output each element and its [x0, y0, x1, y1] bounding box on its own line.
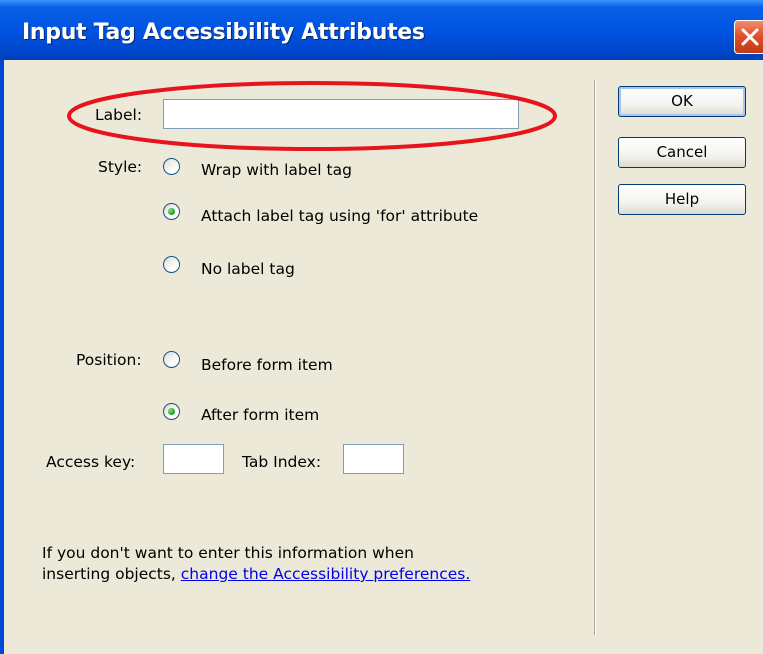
radio-label-before-form-item[interactable]: Before form item	[201, 356, 333, 374]
info-line-2-prefix: inserting objects,	[42, 565, 181, 583]
tab-index-input[interactable]	[344, 445, 403, 473]
radio-after-form-item[interactable]	[163, 403, 180, 420]
close-icon	[741, 28, 759, 46]
access-key-caption: Access key:	[46, 453, 136, 471]
access-key-input[interactable]	[164, 445, 223, 473]
radio-wrap-with-label[interactable]	[163, 158, 180, 175]
radio-selected-dot	[168, 408, 175, 415]
label-input[interactable]	[164, 100, 518, 128]
vertical-divider	[594, 80, 596, 635]
radio-label-no-label-tag[interactable]: No label tag	[201, 260, 295, 278]
label-caption: Label:	[95, 106, 143, 124]
radio-attach-label-for[interactable]	[163, 203, 180, 220]
title-bar[interactable]: Input Tag Accessibility Attributes	[0, 0, 763, 60]
radio-label-attach-label-for[interactable]: Attach label tag using 'for' attribute	[201, 207, 478, 225]
close-button[interactable]	[734, 20, 763, 54]
access-key-field[interactable]	[163, 444, 224, 474]
radio-no-label-tag[interactable]	[163, 256, 180, 273]
info-line-1: If you don't want to enter this informat…	[42, 544, 414, 562]
tab-index-caption: Tab Index:	[242, 453, 322, 471]
radio-selected-dot	[168, 208, 175, 215]
radio-label-after-form-item[interactable]: After form item	[201, 406, 319, 424]
dialog-title: Input Tag Accessibility Attributes	[22, 20, 425, 45]
ok-button[interactable]: OK	[618, 86, 746, 117]
radio-label-wrap-with-label[interactable]: Wrap with label tag	[201, 161, 352, 179]
info-line-2: inserting objects, change the Accessibil…	[42, 564, 470, 585]
label-field[interactable]	[163, 99, 519, 129]
window-left-border	[0, 60, 4, 654]
radio-before-form-item[interactable]	[163, 351, 180, 368]
dialog-window: Input Tag Accessibility Attributes Label…	[0, 0, 763, 654]
style-caption: Style:	[98, 158, 143, 176]
cancel-button[interactable]: Cancel	[618, 137, 746, 168]
help-button[interactable]: Help	[618, 184, 746, 215]
position-caption: Position:	[76, 351, 142, 369]
info-text: If you don't want to enter this informat…	[42, 543, 470, 585]
accessibility-preferences-link[interactable]: change the Accessibility preferences.	[181, 565, 471, 583]
tab-index-field[interactable]	[343, 444, 404, 474]
